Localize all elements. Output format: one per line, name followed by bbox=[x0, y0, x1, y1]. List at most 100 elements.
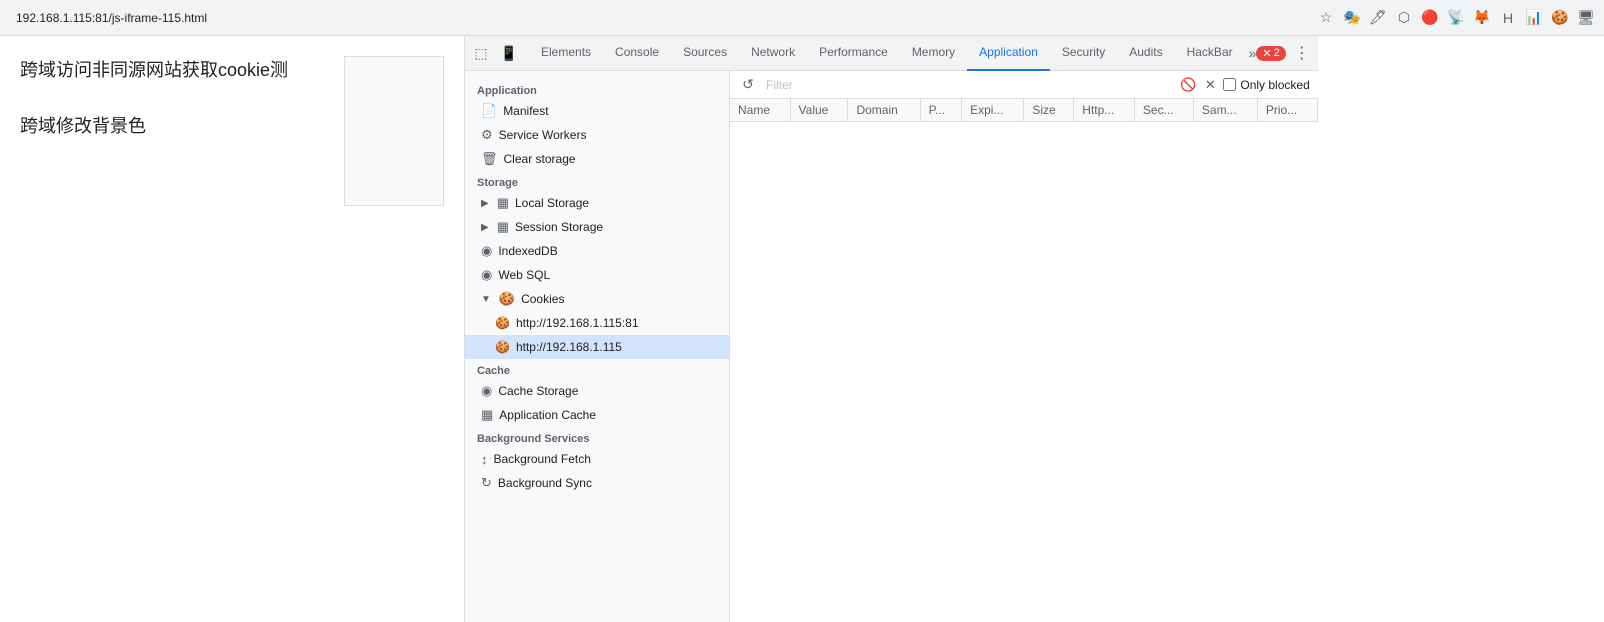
tab-security[interactable]: Security bbox=[1050, 36, 1117, 71]
tab-memory[interactable]: Memory bbox=[900, 36, 967, 71]
main-wrapper: 跨域访问非同源网站获取cookie测 跨域修改背景色 ⬚ 📱 Elements … bbox=[0, 36, 1604, 622]
session-storage-icon: ▦ bbox=[497, 219, 509, 235]
tab-elements[interactable]: Elements bbox=[529, 36, 603, 71]
tab-network[interactable]: Network bbox=[739, 36, 807, 71]
col-size[interactable]: Size bbox=[1024, 99, 1074, 122]
tab-performance[interactable]: Performance bbox=[807, 36, 900, 71]
cache-storage-label: Cache Storage bbox=[498, 384, 578, 398]
sidebar-item-cookies[interactable]: ▼ 🍪 Cookies bbox=[465, 287, 729, 311]
cookie-toolbar: ↺ 🚫 ✕ Only blocked bbox=[730, 71, 1318, 99]
cookie-115-icon: 🍪 bbox=[495, 340, 510, 354]
indexeddb-label: IndexedDB bbox=[498, 244, 557, 258]
error-badge[interactable]: ✕ 2 bbox=[1256, 46, 1285, 61]
extension-icon1[interactable]: 🎭 bbox=[1342, 8, 1362, 28]
cache-storage-icon: ◉ bbox=[481, 383, 492, 399]
cookie-table-container: Name Value Domain P... Expi... Size Http… bbox=[730, 99, 1318, 622]
background-sync-icon: ↻ bbox=[481, 475, 492, 491]
close-filter-button[interactable]: ✕ bbox=[1201, 76, 1219, 94]
section-cache-label: Cache bbox=[465, 359, 729, 379]
col-priority[interactable]: Prio... bbox=[1257, 99, 1317, 122]
sidebar-item-local-storage[interactable]: ▶ ▦ Local Storage bbox=[465, 191, 729, 215]
background-fetch-icon: ↕ bbox=[481, 452, 488, 467]
tab-audits[interactable]: Audits bbox=[1117, 36, 1174, 71]
browser-icons: ☆ 🎭 🖊 ⬡ 🔴 📡 🦊 H 📊 🍪 🖥 bbox=[1316, 8, 1596, 28]
extension-icon9[interactable]: 🍪 bbox=[1550, 8, 1570, 28]
url-bar[interactable]: 192.168.1.115:81/js-iframe-115.html bbox=[8, 11, 1316, 25]
sidebar-item-manifest[interactable]: 📄 Manifest bbox=[465, 99, 729, 123]
extension-icon5[interactable]: 📡 bbox=[1446, 8, 1466, 28]
devtools-body: Application 📄 Manifest ⚙ Service Workers… bbox=[465, 71, 1318, 622]
devtools-tab-icons: ⬚ 📱 bbox=[469, 41, 521, 65]
devtools-sidebar: Application 📄 Manifest ⚙ Service Workers… bbox=[465, 71, 730, 622]
background-fetch-label: Background Fetch bbox=[494, 452, 591, 466]
only-blocked-checkbox[interactable] bbox=[1223, 78, 1236, 91]
col-httponly[interactable]: Http... bbox=[1074, 99, 1135, 122]
indexeddb-icon: ◉ bbox=[481, 243, 492, 259]
tab-hackbar[interactable]: HackBar bbox=[1175, 36, 1245, 71]
cookie-115-label: http://192.168.1.115 bbox=[516, 340, 622, 354]
sidebar-item-cookies-115[interactable]: 🍪 http://192.168.1.115 bbox=[465, 335, 729, 359]
sidebar-item-application-cache[interactable]: ▦ Application Cache bbox=[465, 403, 729, 427]
inspect-icon[interactable]: ⬚ bbox=[469, 41, 493, 65]
error-icon: ✕ bbox=[1262, 47, 1271, 60]
sidebar-item-indexeddb[interactable]: ◉ IndexedDB bbox=[465, 239, 729, 263]
application-cache-label: Application Cache bbox=[499, 408, 596, 422]
clear-filter-icon[interactable]: 🚫 bbox=[1179, 76, 1197, 94]
extension-icon3[interactable]: ⬡ bbox=[1394, 8, 1414, 28]
sidebar-item-session-storage[interactable]: ▶ ▦ Session Storage bbox=[465, 215, 729, 239]
only-blocked-label[interactable]: Only blocked bbox=[1223, 78, 1309, 92]
sidebar-item-background-sync[interactable]: ↻ Background Sync bbox=[465, 471, 729, 495]
cookies-toggle[interactable]: ▼ bbox=[481, 294, 491, 305]
application-cache-icon: ▦ bbox=[481, 407, 493, 423]
extension-icon7[interactable]: H bbox=[1498, 8, 1518, 28]
col-expires[interactable]: Expi... bbox=[962, 99, 1024, 122]
col-samesite[interactable]: Sam... bbox=[1193, 99, 1257, 122]
cookie-table: Name Value Domain P... Expi... Size Http… bbox=[730, 99, 1318, 122]
col-secure[interactable]: Sec... bbox=[1134, 99, 1193, 122]
filter-input[interactable] bbox=[762, 74, 1175, 96]
col-domain[interactable]: Domain bbox=[848, 99, 920, 122]
session-storage-label: Session Storage bbox=[515, 220, 603, 234]
section-storage-label: Storage bbox=[465, 171, 729, 191]
service-workers-label: Service Workers bbox=[499, 128, 587, 142]
cookies-label: Cookies bbox=[521, 292, 564, 306]
sidebar-item-service-workers[interactable]: ⚙ Service Workers bbox=[465, 123, 729, 147]
refresh-button[interactable]: ↺ bbox=[738, 75, 758, 95]
main-content-area: ↺ 🚫 ✕ Only blocked Name bbox=[730, 71, 1318, 622]
col-value[interactable]: Value bbox=[790, 99, 848, 122]
devtools-tabbar: ⬚ 📱 Elements Console Sources Network Per… bbox=[465, 36, 1318, 71]
local-storage-label: Local Storage bbox=[515, 196, 589, 210]
browser-top-bar: 192.168.1.115:81/js-iframe-115.html ☆ 🎭 … bbox=[0, 0, 1604, 36]
web-sql-icon: ◉ bbox=[481, 267, 492, 283]
session-storage-toggle[interactable]: ▶ bbox=[481, 222, 489, 233]
tab-application[interactable]: Application bbox=[967, 36, 1050, 71]
cookie-115-81-label: http://192.168.1.115:81 bbox=[516, 316, 639, 330]
extension-icon2[interactable]: 🖊 bbox=[1368, 8, 1388, 28]
service-workers-icon: ⚙ bbox=[481, 127, 493, 143]
section-application-label: Application bbox=[465, 79, 729, 99]
extension-icon4[interactable]: 🔴 bbox=[1420, 8, 1440, 28]
extension-icon6[interactable]: 🦊 bbox=[1472, 8, 1492, 28]
devtools-menu-button[interactable]: ⋮ bbox=[1290, 41, 1314, 65]
tab-sources[interactable]: Sources bbox=[671, 36, 739, 71]
sidebar-item-cache-storage[interactable]: ◉ Cache Storage bbox=[465, 379, 729, 403]
local-storage-toggle[interactable]: ▶ bbox=[481, 198, 489, 209]
col-name[interactable]: Name bbox=[730, 99, 790, 122]
section-background-label: Background Services bbox=[465, 427, 729, 447]
device-icon[interactable]: 📱 bbox=[497, 41, 521, 65]
tab-console[interactable]: Console bbox=[603, 36, 671, 71]
devtools-panel: ⬚ 📱 Elements Console Sources Network Per… bbox=[465, 36, 1318, 622]
table-header-row: Name Value Domain P... Expi... Size Http… bbox=[730, 99, 1317, 122]
tab-badges: ✕ 2 ⋮ bbox=[1256, 41, 1313, 65]
col-path[interactable]: P... bbox=[920, 99, 961, 122]
sidebar-item-clear-storage[interactable]: 🗑 Clear storage bbox=[465, 147, 729, 171]
extension-icon8[interactable]: 📊 bbox=[1524, 8, 1544, 28]
star-icon[interactable]: ☆ bbox=[1316, 8, 1336, 28]
error-count: 2 bbox=[1274, 47, 1280, 59]
sidebar-item-cookies-115-81[interactable]: 🍪 http://192.168.1.115:81 bbox=[465, 311, 729, 335]
extension-icon10[interactable]: 🖥 bbox=[1576, 8, 1596, 28]
sidebar-item-web-sql[interactable]: ◉ Web SQL bbox=[465, 263, 729, 287]
more-tabs-button[interactable]: » bbox=[1249, 45, 1257, 61]
cookies-icon: 🍪 bbox=[499, 291, 515, 307]
sidebar-item-background-fetch[interactable]: ↕ Background Fetch bbox=[465, 447, 729, 471]
